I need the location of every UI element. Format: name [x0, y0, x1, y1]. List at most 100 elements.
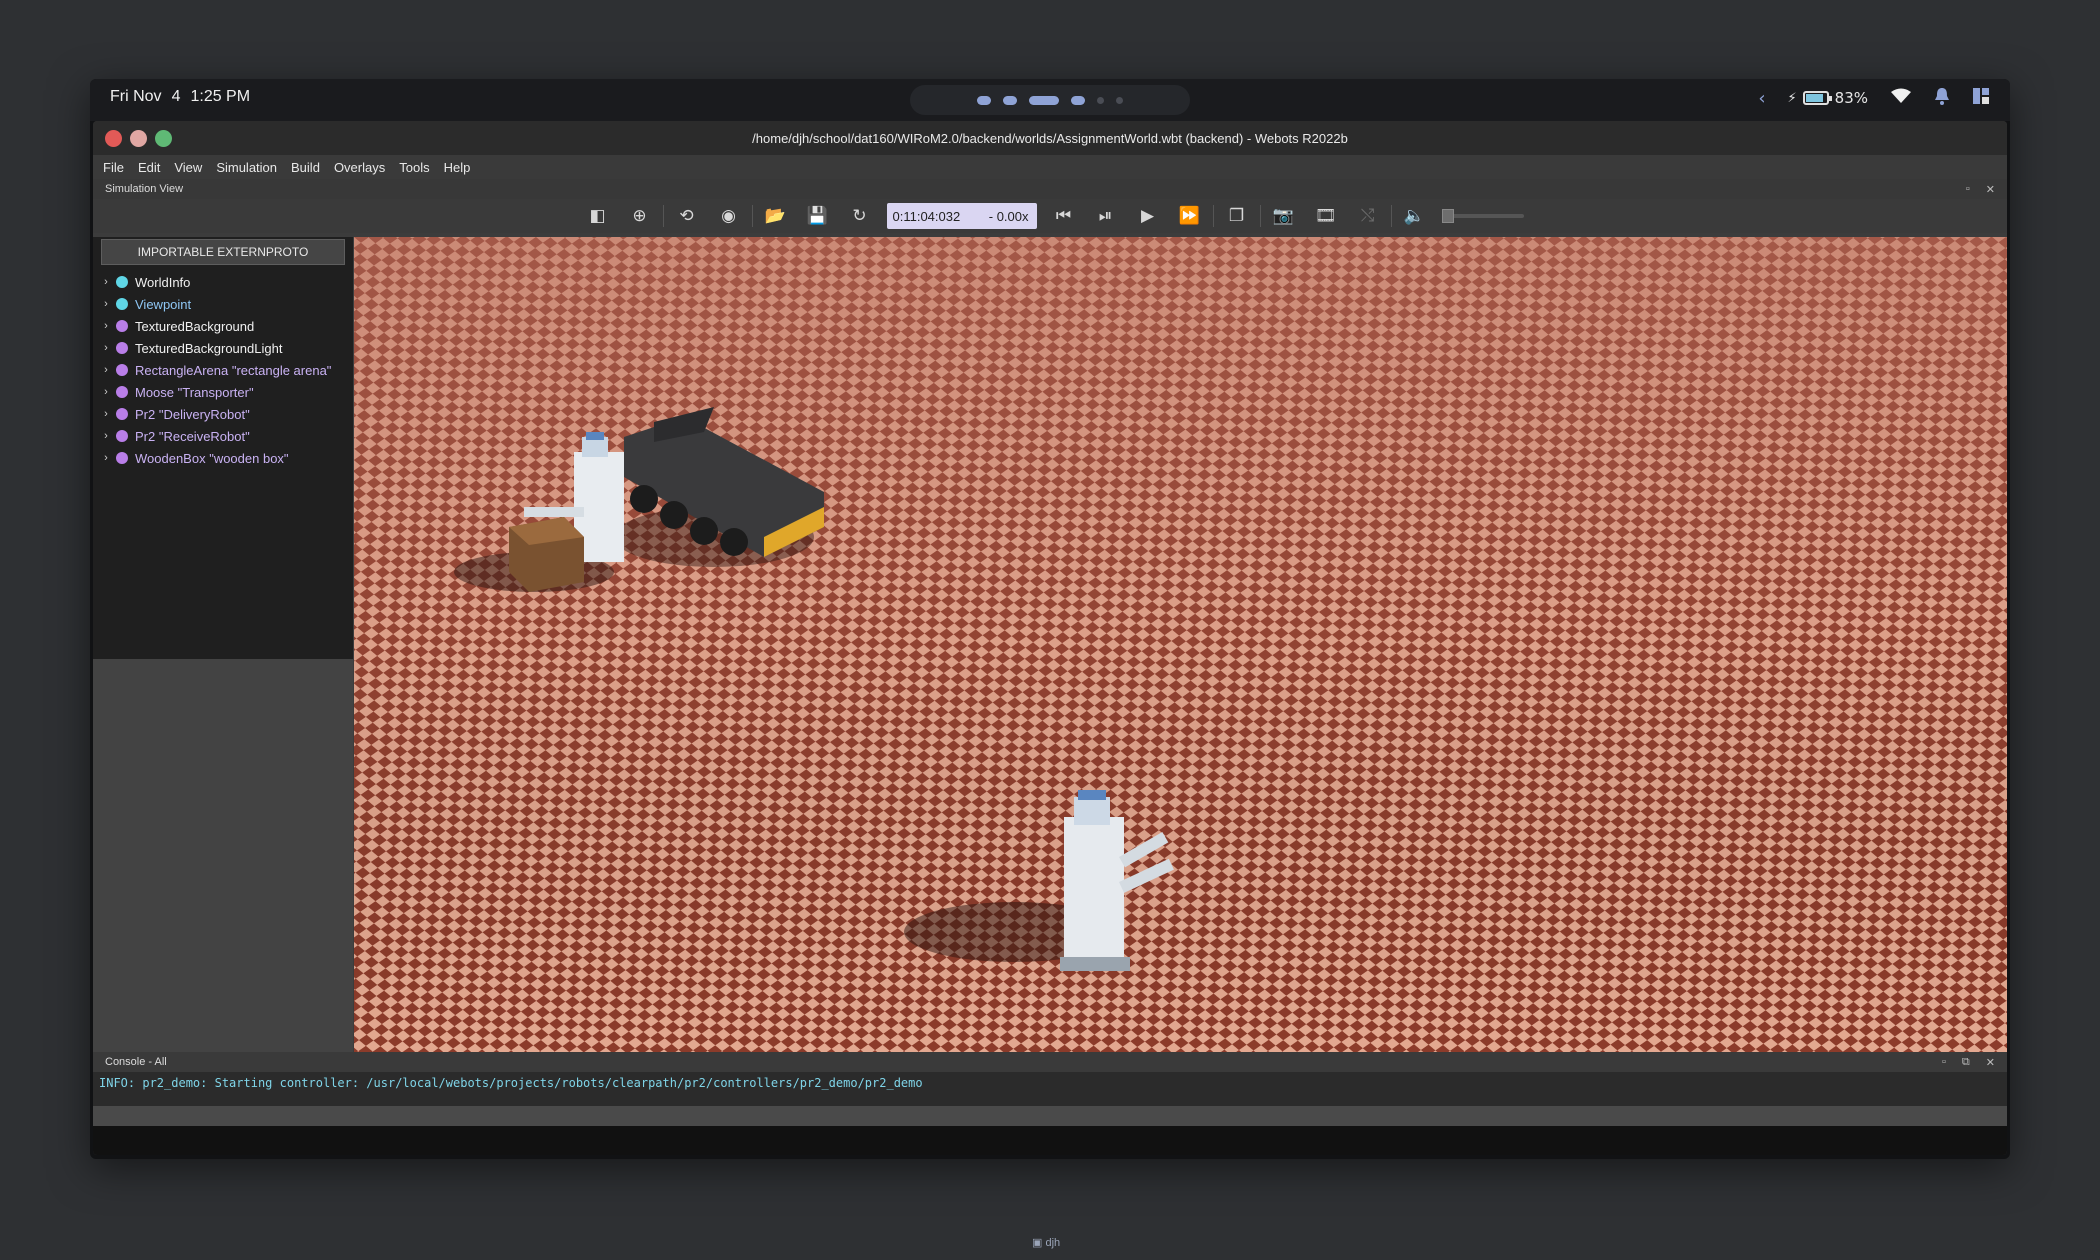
close-panel-icon[interactable]: ✕ — [1986, 183, 1995, 196]
scene-render[interactable] — [354, 237, 2007, 1052]
tree-item-deliveryrobot[interactable]: › Pr2 "DeliveryRobot" — [93, 403, 353, 425]
expand-arrow-icon[interactable]: › — [96, 386, 116, 398]
node-bullet-icon — [116, 342, 128, 354]
tree-item-label: Pr2 "ReceiveRobot" — [135, 428, 250, 444]
record-movie-button[interactable]: 🎞 — [1305, 201, 1347, 231]
tree-item-label: Moose "Transporter" — [135, 384, 254, 400]
menu-help[interactable]: Help — [444, 160, 471, 175]
save-world-button[interactable]: 💾 — [797, 201, 839, 231]
maximize-window-button[interactable] — [155, 130, 172, 147]
close-window-button[interactable] — [105, 130, 122, 147]
window-controls — [105, 130, 172, 147]
tree-item-label: WoodenBox "wooden box" — [135, 450, 289, 466]
tree-item-label: RectangleArena "rectangle arena" — [135, 362, 332, 378]
reload-world-button[interactable]: ↻ — [839, 201, 881, 231]
console-header: Console - All ▫ ⧉ ✕ — [93, 1052, 2007, 1072]
webots-window: /home/djh/school/dat160/WIRoM2.0/backend… — [93, 121, 2007, 1155]
maximize-console-icon[interactable]: ▫ — [1942, 1056, 1946, 1069]
chevron-left-icon[interactable]: ‹ — [1758, 88, 1765, 109]
node-bullet-icon — [116, 320, 128, 332]
play-button[interactable]: ▶ — [1127, 201, 1169, 231]
share-button[interactable]: ⤭ — [1347, 201, 1389, 231]
reset-simulation-button[interactable]: ⏮ — [1043, 201, 1085, 231]
window-title: /home/djh/school/dat160/WIRoM2.0/backend… — [752, 130, 1348, 146]
wooden-box-model[interactable] — [509, 517, 584, 592]
screenshot-button[interactable]: 📷 — [1263, 201, 1305, 231]
status-day: Fri Nov — [110, 88, 162, 105]
expand-arrow-icon[interactable]: › — [96, 298, 116, 310]
console-output[interactable]: INFO: pr2_demo: Starting controller: /us… — [93, 1072, 2007, 1106]
simulation-toolbar: ◧ ⊕ ⟲ ◉ 📂 💾 ↻ 0:11:04:032 - 0.00x ⏮ ⏯ ▶ … — [93, 199, 2007, 233]
wifi-icon[interactable] — [1890, 88, 1912, 108]
volume-slider[interactable] — [1441, 209, 1524, 223]
tree-item-worldinfo[interactable]: › WorldInfo — [93, 271, 353, 293]
tree-item-label: TexturedBackgroundLight — [135, 340, 283, 356]
tree-item-rectanglearena[interactable]: › RectangleArena "rectangle arena" — [93, 359, 353, 381]
console-line: INFO: pr2_demo: Starting controller: /us… — [99, 1076, 923, 1090]
scene-tree: IMPORTABLE EXTERNPROTO › WorldInfo › Viewp… — [93, 237, 353, 659]
charging-icon: ⚡ — [1787, 90, 1797, 106]
tree-item-texturedbackgroundlight[interactable]: › TexturedBackgroundLight — [93, 337, 353, 359]
menu-overlays[interactable]: Overlays — [334, 160, 385, 175]
step-button[interactable]: ⏯ — [1085, 201, 1127, 231]
float-console-icon[interactable]: ⧉ — [1962, 1056, 1970, 1069]
main-content: IMPORTABLE EXTERNPROTO › WorldInfo › Viewp… — [93, 237, 2007, 1052]
title-bar: /home/djh/school/dat160/WIRoM2.0/backend… — [93, 121, 2007, 155]
mute-icon[interactable]: 🔈 — [1394, 201, 1436, 231]
simulation-time-display: 0:11:04:032 - 0.00x — [886, 203, 1037, 229]
user-name: djh — [1045, 1237, 1061, 1249]
expand-arrow-icon[interactable]: › — [96, 276, 116, 288]
node-bullet-icon — [116, 298, 128, 310]
tree-item-receiverobot[interactable]: › Pr2 "ReceiveRobot" — [93, 425, 353, 447]
bell-icon[interactable] — [1934, 87, 1950, 109]
view-eye-button[interactable]: ◉ — [708, 201, 750, 231]
tree-item-moose[interactable]: › Moose "Transporter" — [93, 381, 353, 403]
menu-view[interactable]: View — [174, 160, 202, 175]
console-scrollbar[interactable] — [93, 1106, 2007, 1126]
tablet-screen: Fri Nov 4 1:25 PM ‹ ⚡ 83% /home/djh/scho… — [90, 79, 2010, 1159]
battery-icon — [1802, 91, 1832, 105]
battery-indicator: ⚡ 83% — [1788, 89, 1868, 107]
expand-arrow-icon[interactable]: › — [96, 408, 116, 420]
open-world-button[interactable]: 📂 — [755, 201, 797, 231]
importable-externproto-button[interactable]: IMPORTABLE EXTERNPROTO — [101, 239, 345, 265]
node-bullet-icon — [116, 364, 128, 376]
toggle-scene-tree-button[interactable]: ◧ — [577, 201, 619, 231]
fast-forward-button[interactable]: ⏩ — [1169, 201, 1211, 231]
add-node-button[interactable]: ⊕ — [619, 201, 661, 231]
simulation-view-label: Simulation View — [105, 183, 184, 195]
minimize-window-button[interactable] — [130, 130, 147, 147]
user-label: ▣ djh — [1032, 1237, 1061, 1249]
menu-edit[interactable]: Edit — [138, 160, 160, 175]
menu-tools[interactable]: Tools — [399, 160, 429, 175]
console-title: Console - All — [105, 1056, 167, 1068]
status-time: 1:25 PM — [190, 88, 251, 105]
simulation-speed: - 0.00x — [988, 208, 1029, 224]
tree-item-viewpoint[interactable]: › Viewpoint — [93, 293, 353, 315]
status-bar: Fri Nov 4 1:25 PM ‹ ⚡ 83% — [90, 79, 2010, 121]
expand-arrow-icon[interactable]: › — [96, 430, 116, 442]
reset-view-button[interactable]: ⟲ — [666, 201, 708, 231]
tree-item-texturedbackground[interactable]: › TexturedBackground — [93, 315, 353, 337]
tree-item-label: TexturedBackground — [135, 318, 255, 334]
expand-arrow-icon[interactable]: › — [96, 342, 116, 354]
status-date: 4 — [171, 88, 181, 105]
battery-percent: 83% — [1834, 89, 1868, 107]
rendering-toggle-button[interactable]: ❐ — [1216, 201, 1258, 231]
node-bullet-icon — [116, 276, 128, 288]
3d-viewport[interactable] — [354, 237, 2007, 1052]
tree-item-woodenbox[interactable]: › WoodenBox "wooden box" — [93, 447, 353, 469]
simulation-time: 0:11:04:032 — [892, 208, 961, 224]
maximize-panel-icon[interactable]: ▫ — [1966, 183, 1970, 196]
menu-simulation[interactable]: Simulation — [216, 160, 277, 175]
node-bullet-icon — [116, 430, 128, 442]
menu-build[interactable]: Build — [291, 160, 320, 175]
menu-file[interactable]: File — [103, 160, 124, 175]
workspace-pager[interactable] — [910, 85, 1190, 115]
expand-arrow-icon[interactable]: › — [96, 320, 116, 332]
close-console-icon[interactable]: ✕ — [1986, 1056, 1995, 1069]
tree-item-label: WorldInfo — [135, 274, 191, 290]
grid-icon[interactable] — [1972, 87, 1990, 109]
expand-arrow-icon[interactable]: › — [96, 452, 116, 464]
expand-arrow-icon[interactable]: › — [96, 364, 116, 376]
